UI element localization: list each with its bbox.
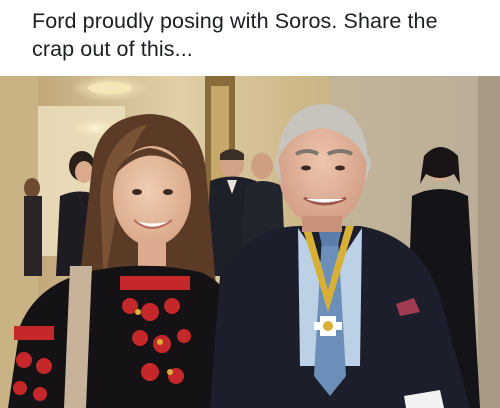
post-caption: Ford proudly posing with Soros. Share th… bbox=[32, 9, 438, 61]
social-post: Ford proudly posing with Soros. Share th… bbox=[0, 0, 500, 408]
background-man-2 bbox=[251, 153, 273, 179]
photo-illustration bbox=[0, 76, 500, 408]
background-person-left bbox=[24, 178, 40, 198]
woman-neck bbox=[138, 238, 166, 266]
post-photo[interactable] bbox=[0, 76, 500, 408]
man-neck bbox=[302, 216, 342, 232]
right-column bbox=[478, 76, 500, 408]
